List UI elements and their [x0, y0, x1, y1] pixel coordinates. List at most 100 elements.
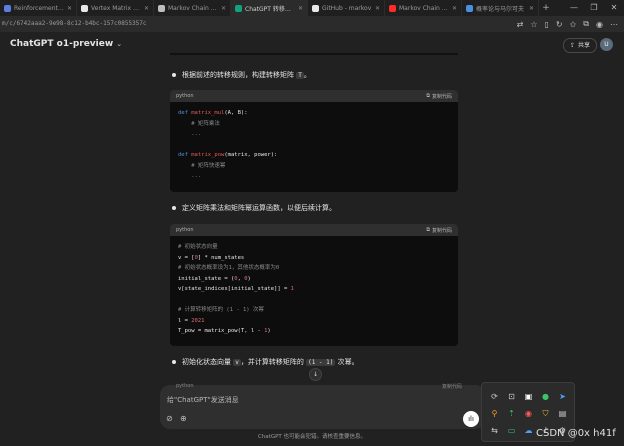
browser-tab[interactable]: Reinforcement Learning✕	[0, 0, 77, 16]
code-token: # 矩阵快速幂	[178, 162, 226, 169]
window-controls: — ❐ ✕	[564, 0, 624, 16]
code-token: 2021	[191, 317, 205, 324]
cloud-icon[interactable]: ☁	[520, 422, 537, 439]
bookmark-star-icon[interactable]: ☆	[530, 20, 537, 29]
favicon-icon	[312, 4, 319, 12]
device-icon[interactable]: ⊡	[503, 388, 520, 405]
favicon-icon	[466, 4, 473, 12]
voice-mode-button[interactable]: ılı	[463, 411, 479, 427]
more-menu-icon[interactable]: ⋯	[610, 20, 618, 29]
message-composer: python 复制代码 ⊘ ⊕ ılı	[160, 383, 485, 429]
close-tab-icon[interactable]: ✕	[221, 5, 226, 12]
inline-code: (1 - 1)	[306, 359, 336, 366]
list-item-text: 定义矩阵乘法和矩阵幂运算函数，以便后续计算。	[182, 204, 336, 212]
close-tab-icon[interactable]: ✕	[375, 5, 380, 12]
close-window-button[interactable]: ✕	[604, 0, 624, 16]
save-icon[interactable]: ▣	[520, 388, 537, 405]
globe-icon[interactable]: ⊕	[180, 414, 187, 423]
maximize-button[interactable]: ❐	[584, 0, 604, 16]
minimize-button[interactable]: —	[564, 0, 584, 16]
code-line: def matrix_mul(A, B):	[178, 108, 450, 119]
scroll-down-button[interactable]: ↓	[309, 368, 322, 381]
code-token: (A, B):	[224, 110, 248, 116]
tab-list: Reinforcement Learning✕Vertex Matrix 202…	[0, 0, 539, 16]
copy-code-button[interactable]: ⧉ 复制代码	[426, 227, 452, 234]
code-token: ...	[178, 131, 202, 137]
code-line: # 矩阵乘法	[178, 119, 450, 130]
code-line: # 初始状态向量	[178, 242, 450, 253]
copy-icon: ⧉	[426, 93, 430, 99]
attach-icon[interactable]: ⊘	[166, 414, 173, 423]
search-app-icon[interactable]: ⚲	[486, 405, 503, 422]
list-item: 定义矩阵乘法和矩阵幂运算函数，以便后续计算。	[172, 203, 336, 213]
browser-tab[interactable]: ChatGPT 转移矩阵 ✕	[231, 0, 308, 16]
new-tab-button[interactable]: +	[539, 3, 553, 13]
network-icon[interactable]: ⇆	[486, 422, 503, 439]
profile-icon[interactable]: ◉	[596, 20, 603, 29]
tab-title: GitHub - markov	[322, 4, 372, 12]
watermark: CSDN @0x h41f	[536, 428, 616, 439]
bullet-dot	[172, 206, 176, 210]
collections-icon[interactable]: ⧉	[583, 19, 589, 29]
waveform-icon: ılı	[468, 415, 474, 423]
list-item-suffix: 次幂。	[337, 358, 359, 366]
code-content: def matrix_mul(A, B): # 矩阵乘法 ... def mat…	[170, 102, 458, 182]
url-field[interactable]: m/c/6742aaa2-9e98-8c12-b4bc-157c0855357c	[2, 18, 462, 30]
code-token: initial_state = (	[178, 275, 235, 282]
code-line: v = [0] * num_states	[178, 253, 450, 264]
code-token: 1	[290, 286, 294, 292]
code-token: def	[178, 152, 192, 158]
message-input[interactable]	[167, 394, 457, 406]
inline-code: T	[296, 72, 304, 79]
code-token: # 初始状态向量	[178, 244, 218, 250]
code-token: )	[267, 328, 271, 334]
code-token: ...	[178, 173, 202, 179]
close-tab-icon[interactable]: ✕	[452, 5, 457, 12]
browser-tab[interactable]: 概率论与马尔可夫 ✕	[462, 0, 539, 16]
browser-tab[interactable]: GitHub - markov ✕	[308, 0, 385, 16]
browser-tab[interactable]: Vertex Matrix 2024✕	[77, 0, 154, 16]
chat-app-icon[interactable]: ●	[537, 388, 554, 405]
close-tab-icon[interactable]: ✕	[144, 5, 149, 12]
upload-icon[interactable]: ⇡	[503, 405, 520, 422]
code-token: # 矩阵乘法	[178, 120, 220, 127]
shield-icon[interactable]: ⛉	[537, 405, 554, 422]
code-block: python ⧉ 复制代码 # 初始状态向量 v = [0] * num_state…	[170, 224, 458, 346]
model-selector[interactable]: ChatGPT o1-preview ⌄	[10, 39, 122, 49]
battery-icon[interactable]: ▭	[503, 422, 520, 439]
sync-icon[interactable]: ⟳	[486, 388, 503, 405]
list-item-text: ，并计算转移矩阵的	[240, 358, 304, 366]
split-screen-icon[interactable]: ▯	[544, 20, 548, 29]
code-line: def matrix_pow(matrix, power):	[178, 150, 450, 161]
code-line: v[state_indices[initial_state]] = 1	[178, 284, 450, 295]
favicon-icon	[158, 4, 165, 12]
copy-code-button[interactable]: ⧉ 复制代码	[426, 93, 452, 100]
close-tab-icon[interactable]: ✕	[298, 5, 303, 12]
copy-label: 复制代码	[431, 93, 452, 100]
copy-label: 复制代码	[442, 384, 463, 390]
refresh-icon[interactable]: ↻	[556, 20, 563, 29]
share-button[interactable]: ⇪ 共享	[563, 38, 598, 53]
close-tab-icon[interactable]: ✕	[67, 5, 72, 12]
list-item-suffix: 。	[303, 71, 311, 79]
code-token: v = [	[178, 254, 195, 261]
close-tab-icon[interactable]: ✕	[529, 5, 534, 12]
code-line: initial_state = (0, 0)	[178, 274, 450, 285]
favorites-icon[interactable]: ✩	[570, 20, 577, 29]
favicon-icon	[81, 4, 88, 12]
favicon-icon	[4, 4, 11, 12]
list-item-text: 根据前述的转移规则，构建转移矩阵	[182, 71, 294, 79]
bullet-dot	[172, 360, 176, 364]
browser-tab-bar: Reinforcement Learning✕Vertex Matrix 202…	[0, 0, 624, 16]
share-icon: ⇪	[570, 42, 576, 49]
code-line: l = 2021	[178, 316, 450, 327]
image-icon[interactable]: ▤	[554, 405, 571, 422]
browser-tab[interactable]: Markov Chain Video✕	[385, 0, 462, 16]
browser-tab[interactable]: Markov Chain Demo✕	[154, 0, 231, 16]
bullet-dot	[172, 73, 176, 77]
avatar[interactable]: U	[600, 38, 613, 51]
send-icon[interactable]: ➤	[554, 388, 571, 405]
record-icon[interactable]: ◉	[520, 405, 537, 422]
translate-icon[interactable]: ⇄	[517, 20, 524, 29]
